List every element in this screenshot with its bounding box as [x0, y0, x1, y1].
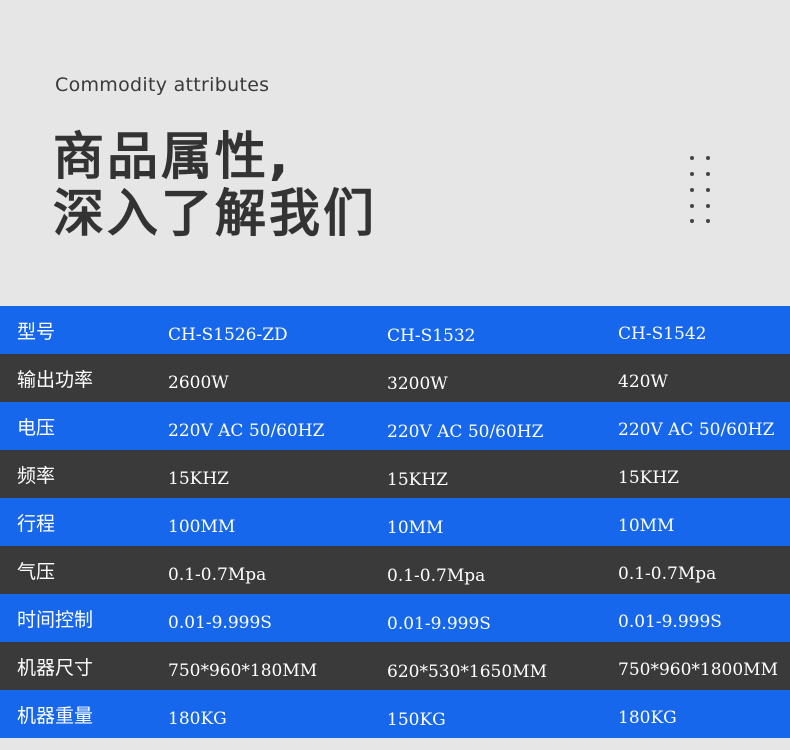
- value-cell: 0.1-0.7Mpa: [618, 564, 717, 584]
- value-cell: CH-S1532: [387, 326, 476, 346]
- subtitle: Commodity attributes: [55, 74, 270, 96]
- value-cell: 15KHZ: [618, 468, 679, 488]
- row-label: 型号: [17, 321, 56, 343]
- value-cell: 180KG: [168, 709, 227, 729]
- spec-row-frequency: 频率 15KHZ 15KHZ 15KHZ: [0, 450, 790, 498]
- page-title-line-2: 深入了解我们: [53, 185, 378, 244]
- spec-row-air-pressure: 气压 0.1-0.7Mpa 0.1-0.7Mpa 0.1-0.7Mpa: [0, 546, 790, 594]
- value-cell: 3200W: [387, 374, 448, 394]
- spec-row-model: 型号 CH-S1526-ZD CH-S1532 CH-S1542: [0, 306, 790, 354]
- value-cell: 100MM: [168, 517, 236, 537]
- spec-row-time-control: 时间控制 0.01-9.999S 0.01-9.999S 0.01-9.999S: [0, 594, 790, 642]
- value-cell: 0.01-9.999S: [618, 612, 722, 632]
- value-cell: 10MM: [618, 516, 675, 536]
- spec-row-voltage: 电压 220V AC 50/60HZ 220V AC 50/60HZ 220V …: [0, 402, 790, 450]
- row-label: 输出功率: [17, 369, 94, 391]
- spec-row-machine-size: 机器尺寸 750*960*180MM 620*530*1650MM 750*96…: [0, 642, 790, 690]
- value-cell: 180KG: [618, 708, 677, 728]
- row-label: 机器尺寸: [17, 657, 94, 679]
- spec-row-machine-weight: 机器重量 180KG 150KG 180KG: [0, 690, 790, 738]
- row-label: 机器重量: [17, 705, 94, 727]
- row-label: 电压: [17, 417, 56, 439]
- value-cell: 220V AC 50/60HZ: [168, 421, 325, 441]
- value-cell: CH-S1526-ZD: [168, 325, 288, 345]
- value-cell: 0.01-9.999S: [387, 614, 491, 634]
- row-label: 时间控制: [17, 609, 94, 631]
- dots-decoration-icon: [690, 156, 714, 224]
- page-title-line-1: 商品属性,: [53, 128, 292, 187]
- value-cell: 0.01-9.999S: [168, 613, 272, 633]
- value-cell: 150KG: [387, 710, 446, 730]
- row-label: 气压: [17, 561, 56, 583]
- spec-row-power: 输出功率 2600W 3200W 420W: [0, 354, 790, 402]
- value-cell: 0.1-0.7Mpa: [387, 566, 486, 586]
- header-section: Commodity attributes 商品属性, 深入了解我们: [0, 0, 790, 306]
- value-cell: 420W: [618, 372, 668, 392]
- row-label: 行程: [17, 513, 56, 535]
- spec-table: 型号 CH-S1526-ZD CH-S1532 CH-S1542 输出功率 26…: [0, 306, 790, 738]
- value-cell: 750*960*1800MM: [618, 660, 778, 680]
- spec-row-stroke: 行程 100MM 10MM 10MM: [0, 498, 790, 546]
- value-cell: 620*530*1650MM: [387, 662, 547, 682]
- value-cell: 220V AC 50/60HZ: [387, 422, 544, 442]
- value-cell: 10MM: [387, 518, 444, 538]
- value-cell: 15KHZ: [387, 470, 448, 490]
- value-cell: 750*960*180MM: [168, 661, 318, 681]
- value-cell: 2600W: [168, 373, 229, 393]
- value-cell: 220V AC 50/60HZ: [618, 420, 775, 440]
- value-cell: 15KHZ: [168, 469, 229, 489]
- value-cell: CH-S1542: [618, 324, 707, 344]
- row-label: 频率: [17, 465, 56, 487]
- value-cell: 0.1-0.7Mpa: [168, 565, 267, 585]
